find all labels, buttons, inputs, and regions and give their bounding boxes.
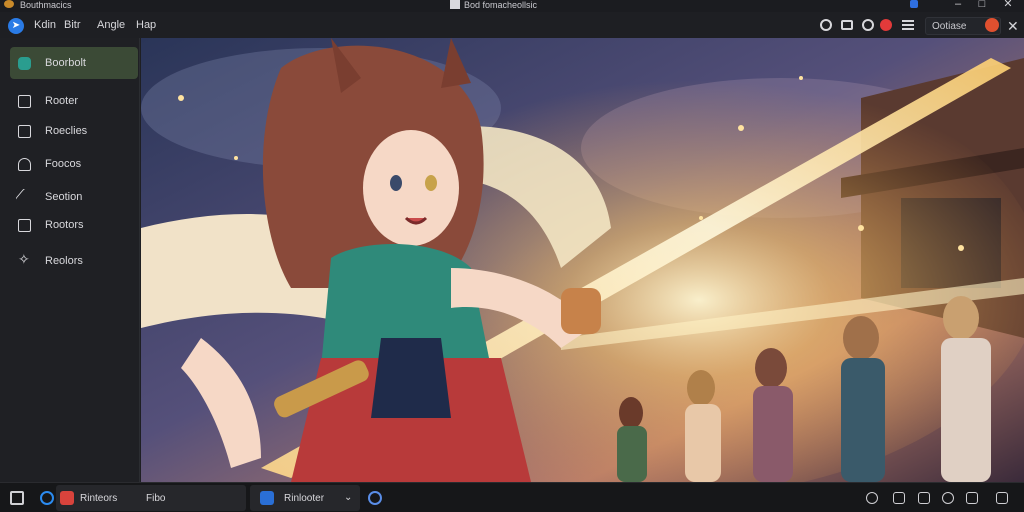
square-icon <box>18 95 31 108</box>
sidebar-item-label: Roeclies <box>45 125 88 137</box>
tag-icon <box>18 158 31 171</box>
anime-illustration <box>141 38 1024 482</box>
menu-item-2[interactable]: Bitr <box>64 19 81 31</box>
notification-icon[interactable] <box>910 0 918 8</box>
sidebar-item-label: Rootors <box>45 219 84 231</box>
tray-volume-icon[interactable] <box>893 492 905 504</box>
close-window-button[interactable]: ✕ <box>1000 0 1016 10</box>
sidebar-item-label: Seotion <box>45 191 83 203</box>
taskbar-app-1[interactable]: Rinteors Fibo <box>56 485 246 511</box>
document-title-text: Bod fomacheollsic <box>464 0 538 10</box>
taskbar-app-1-sub: Fibo <box>146 493 166 504</box>
minimize-button[interactable]: – <box>950 0 966 10</box>
chevron-down-icon[interactable]: ⌄ <box>344 492 352 503</box>
taskbar-app-2[interactable]: Rinlooter ⌄ <box>250 485 360 511</box>
sidebar-item-label: Rooter <box>45 95 79 107</box>
taskbar-app-2-label: Rinlooter <box>284 493 325 504</box>
sidebar-item-label: Boorbolt <box>45 57 86 69</box>
tray-battery-icon[interactable] <box>918 492 930 504</box>
tray-display-icon[interactable] <box>966 492 978 504</box>
sidebar-item-rooter[interactable]: Rooter <box>10 85 138 117</box>
alert-icon[interactable] <box>880 19 892 31</box>
tray-sync-icon[interactable] <box>942 492 954 504</box>
menu-bar: ➤ Kdin Bitr Angle Hap Ootiase ✕ <box>0 12 1024 38</box>
sidebar-item-reolors[interactable]: ✧ Reolors <box>10 245 138 277</box>
home-icon[interactable]: ➤ <box>8 18 24 34</box>
search-placeholder: Ootiase <box>932 21 967 32</box>
menu-item-3[interactable]: Angle <box>97 19 125 31</box>
sidebar: Boorbolt Rooter Roeclies Foocos Seotion … <box>0 38 140 482</box>
artwork-canvas <box>141 38 1024 482</box>
menu-item-4[interactable]: Hap <box>136 19 156 31</box>
taskbar-app-1-label: Rinteors <box>80 493 118 504</box>
sidebar-item-label: Foocos <box>45 158 82 170</box>
document-icon <box>450 0 460 9</box>
pen-icon <box>15 188 34 207</box>
browser-icon[interactable] <box>40 491 54 505</box>
tray-wifi-icon[interactable] <box>866 492 878 504</box>
settings-icon[interactable] <box>820 19 832 31</box>
sidebar-item-roeclies[interactable]: Roeclies <box>10 115 138 147</box>
taskbar-app-3-icon[interactable] <box>368 491 382 505</box>
close-icon[interactable]: ✕ <box>1007 18 1019 35</box>
app-icon <box>18 57 31 70</box>
book-icon <box>18 219 31 232</box>
sync-icon[interactable] <box>862 19 874 31</box>
avatar[interactable] <box>985 18 999 32</box>
app-title: Bouthmacics <box>20 0 72 10</box>
app-logo-icon <box>4 0 14 8</box>
menu-lines-icon[interactable] <box>902 20 914 30</box>
tray-notification-icon[interactable] <box>996 492 1008 504</box>
document-title: Bod fomacheollsic <box>450 0 537 10</box>
taskbar: Rinteors Fibo Rinlooter ⌄ <box>0 482 1024 512</box>
sidebar-item-rootors[interactable]: Rootors <box>10 209 138 241</box>
maximize-button[interactable]: □ <box>974 0 990 10</box>
copy-icon[interactable] <box>841 20 853 30</box>
sidebar-item-label: Reolors <box>45 255 83 267</box>
image-icon <box>18 125 31 138</box>
app-image-icon <box>60 491 74 505</box>
menu-item-1[interactable]: Kdin <box>34 19 56 31</box>
folder-icon[interactable] <box>10 491 24 505</box>
sidebar-item-boorbolt[interactable]: Boorbolt <box>10 47 138 79</box>
title-bar: Bouthmacics Bod fomacheollsic – □ ✕ <box>0 0 1024 12</box>
sparkle-icon: ✧ <box>18 251 30 267</box>
app-doc-icon <box>260 491 274 505</box>
sidebar-item-foocos[interactable]: Foocos <box>10 148 138 180</box>
